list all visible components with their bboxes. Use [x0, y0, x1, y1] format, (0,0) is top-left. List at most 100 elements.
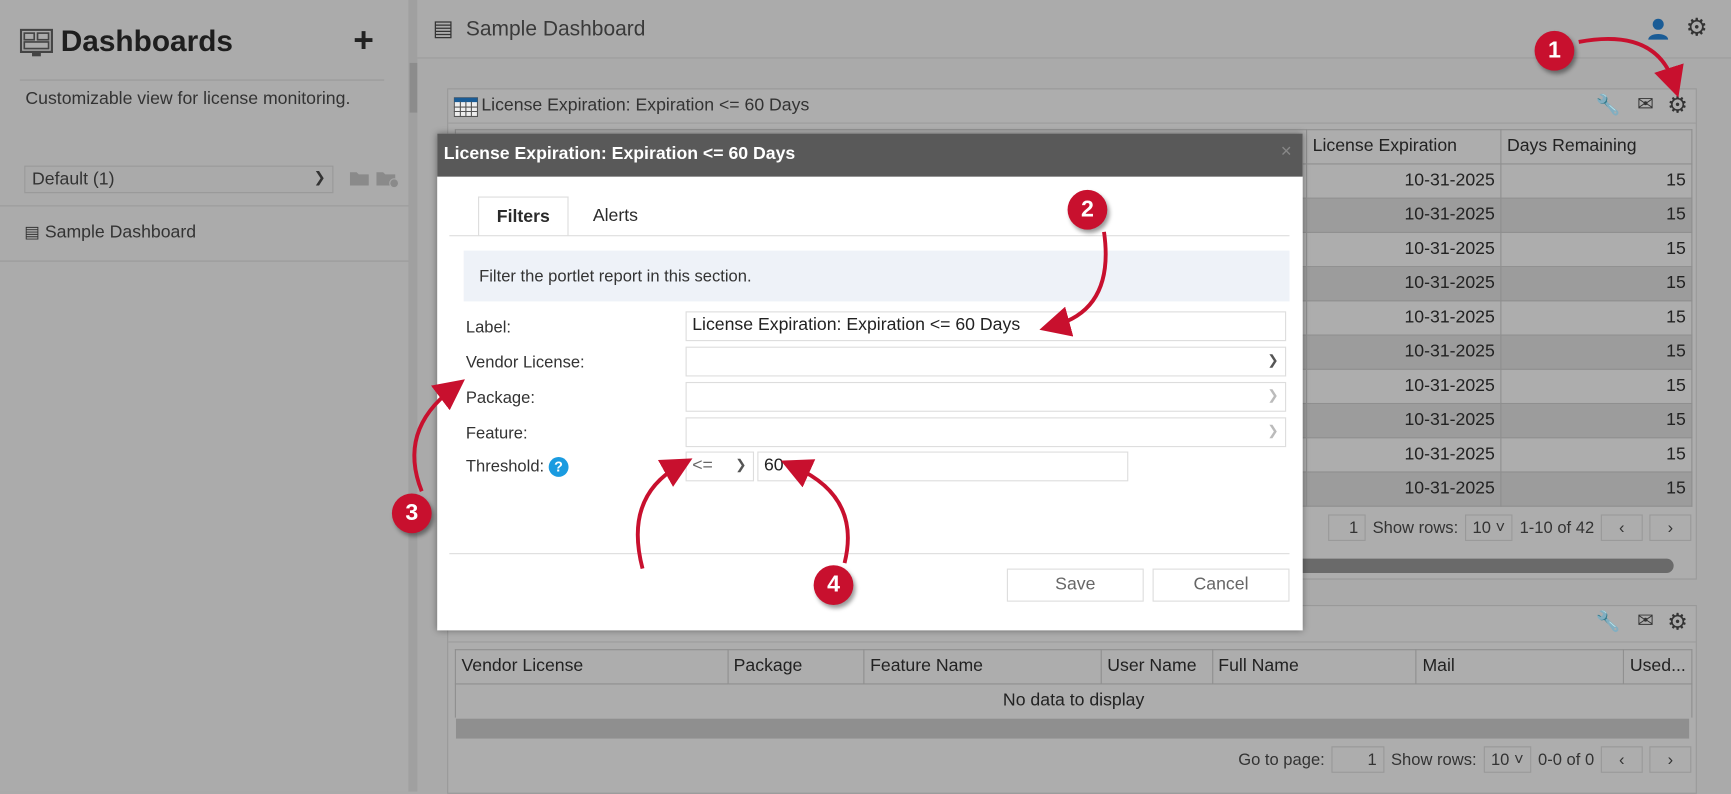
column-user-name[interactable]: User Name [1100, 649, 1213, 685]
pager: Go to page: 1 Show rows: 10 ˅ 0-0 of 0 ‹… [1238, 746, 1692, 773]
days-remaining-cell: 15 [1500, 368, 1693, 405]
sidebar-splitter[interactable] [408, 0, 418, 792]
days-remaining-cell: 15 [1500, 402, 1693, 439]
divider [0, 205, 409, 207]
portlet-header: License Expiration: Expiration <= 60 Day… [448, 89, 1696, 124]
portlet-settings-gear-icon[interactable]: ⚙ [1667, 608, 1688, 636]
threshold-value-input[interactable]: 60 [757, 451, 1129, 482]
license-expiration-cell: 10-31-2025 [1306, 300, 1502, 336]
sidebar-title: Dashboards [60, 24, 233, 58]
cancel-button[interactable]: Cancel [1152, 568, 1290, 602]
tab-divider [449, 235, 1290, 237]
annotation-badge-3: 3 [391, 493, 432, 534]
license-expiration-cell: 10-31-2025 [1306, 402, 1502, 439]
package-label: Package: [465, 388, 535, 408]
close-button[interactable]: × [1281, 140, 1292, 162]
email-schedule-icon[interactable]: ✉ [1637, 93, 1654, 116]
chevron-down-icon: ❯ [735, 457, 747, 473]
portlet-settings-gear-icon[interactable]: ⚙ [1667, 92, 1688, 120]
license-expiration-cell: 10-31-2025 [1306, 437, 1502, 473]
rows-value: 10 [1472, 518, 1491, 538]
dashboard-icon: ▤ [24, 223, 40, 242]
rows-select[interactable]: 10 ˅ [1483, 746, 1532, 773]
empty-message: No data to display [454, 683, 1693, 718]
dialog-title: License Expiration: Expiration <= 60 Day… [443, 144, 796, 164]
annotation-badge-2: 2 [1067, 189, 1108, 230]
divider [449, 553, 1290, 555]
horizontal-scrollbar[interactable] [455, 718, 1690, 739]
divider [19, 79, 385, 81]
vendor-license-label: Vendor License: [465, 353, 585, 373]
remove-folder-icon[interactable] [375, 168, 400, 192]
column-vendor-license[interactable]: Vendor License [454, 649, 729, 685]
portlet-title: License Expiration: Expiration <= 60 Day… [481, 96, 810, 115]
feature-label: Feature: [465, 423, 528, 443]
column-days-remaining[interactable]: Days Remaining [1500, 129, 1693, 165]
chevron-down-icon: ❯ [1267, 352, 1279, 368]
column-feature-name[interactable]: Feature Name [863, 649, 1102, 685]
add-dashboard-button[interactable]: + [353, 20, 374, 61]
sidebar-item-label: Sample Dashboard [44, 223, 197, 242]
dashboards-icon [19, 28, 53, 64]
label-field-label: Label: [465, 317, 512, 337]
days-remaining-cell: 15 [1500, 266, 1693, 302]
prev-page-button[interactable]: ‹ [1600, 746, 1643, 773]
divider [0, 260, 409, 262]
chevron-down-icon: ❯ [1267, 422, 1279, 439]
days-remaining-cell: 15 [1500, 231, 1693, 268]
email-schedule-icon[interactable]: ✉ [1637, 609, 1654, 632]
group-select-value: Default (1) [32, 170, 115, 189]
page-input[interactable]: 1 [1328, 514, 1366, 541]
license-expiration-cell: 10-31-2025 [1306, 368, 1502, 405]
portlet-settings-dialog: License Expiration: Expiration <= 60 Day… [437, 133, 1303, 631]
column-used[interactable]: Used... [1623, 649, 1693, 685]
tab-filters[interactable]: Filters [478, 196, 569, 237]
table-header-row: Vendor License Package Feature Name User… [454, 649, 1693, 685]
info-message: Filter the portlet report in this sectio… [463, 250, 1290, 302]
threshold-operator-select[interactable]: <= ❯ [685, 451, 755, 482]
column-package[interactable]: Package [727, 649, 865, 685]
page-input[interactable]: 1 [1331, 746, 1385, 773]
chevron-down-icon: ❯ [1267, 387, 1279, 403]
sidebar-description: Customizable view for license monitoring… [25, 89, 351, 109]
next-page-button[interactable]: › [1649, 746, 1692, 773]
annotation-badge-1: 1 [1534, 30, 1575, 71]
next-page-button[interactable]: › [1649, 514, 1692, 541]
license-expiration-cell: 10-31-2025 [1306, 471, 1502, 507]
label-input[interactable]: License Expiration: Expiration <= 60 Day… [685, 311, 1287, 342]
dialog-header: License Expiration: Expiration <= 60 Day… [437, 133, 1303, 177]
vendor-license-select[interactable]: ❯ [685, 346, 1287, 377]
show-rows-label: Show rows: [1391, 750, 1477, 769]
license-expiration-cell: 10-31-2025 [1306, 231, 1502, 268]
tab-alerts[interactable]: Alerts [575, 197, 655, 237]
package-select[interactable]: ❯ [685, 381, 1287, 412]
days-remaining-cell: 15 [1500, 197, 1693, 233]
user-icon[interactable] [1647, 18, 1669, 44]
usage-table: Vendor License Package Feature Name User… [454, 649, 1693, 718]
collapse-sidebar-handle[interactable] [409, 62, 418, 113]
feature-select[interactable]: ❯ [685, 417, 1287, 448]
threshold-label-text: Threshold: [465, 457, 545, 476]
days-remaining-cell: 15 [1500, 300, 1693, 336]
column-mail[interactable]: Mail [1415, 649, 1625, 685]
dashboard-group-select[interactable]: Default (1) ❯ [24, 165, 334, 194]
sidebar: Dashboards + Customizable view for licen… [0, 0, 410, 792]
edit-folder-icon[interactable] [349, 168, 371, 192]
show-rows-label: Show rows: [1372, 518, 1459, 538]
wrench-icon[interactable]: 🔧 [1596, 94, 1621, 117]
sidebar-item-sample-dashboard[interactable]: ▤ Sample Dashboard [24, 222, 196, 243]
help-icon[interactable]: ? [548, 457, 569, 477]
column-license-expiration[interactable]: License Expiration [1306, 129, 1502, 165]
license-expiration-cell: 10-31-2025 [1306, 197, 1502, 233]
annotation-badge-4: 4 [813, 565, 854, 605]
days-remaining-cell: 15 [1500, 163, 1693, 199]
save-button[interactable]: Save [1006, 568, 1144, 602]
column-full-name[interactable]: Full Name [1211, 649, 1417, 685]
rows-select[interactable]: 10 ˅ [1464, 514, 1513, 541]
settings-gear-icon[interactable]: ⚙ [1686, 13, 1708, 42]
license-expiration-cell: 10-31-2025 [1306, 334, 1502, 370]
days-remaining-cell: 15 [1500, 471, 1693, 507]
wrench-icon[interactable]: 🔧 [1596, 611, 1621, 634]
prev-page-button[interactable]: ‹ [1600, 514, 1643, 541]
license-expiration-cell: 10-31-2025 [1306, 266, 1502, 302]
